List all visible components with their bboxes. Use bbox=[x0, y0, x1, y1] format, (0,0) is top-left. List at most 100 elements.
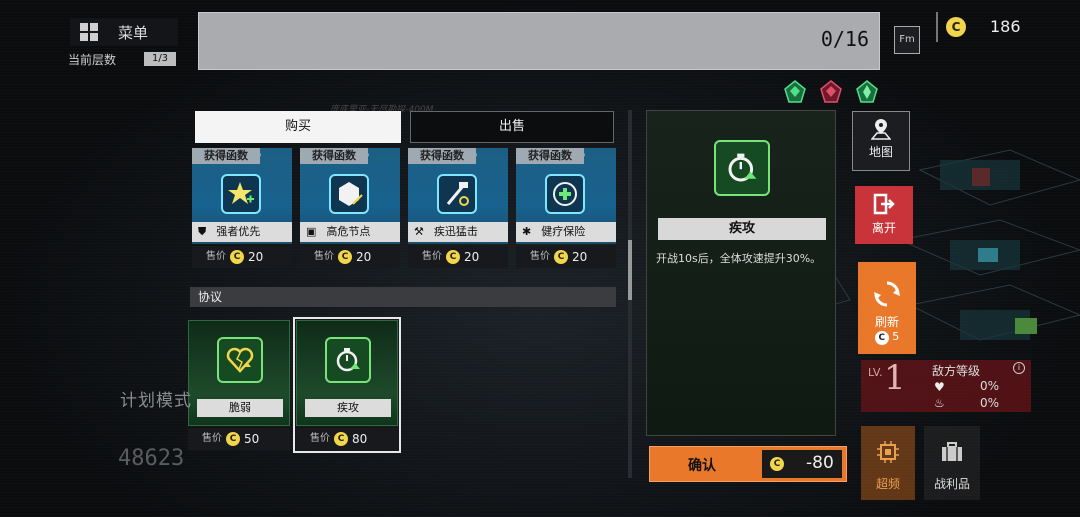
loot-label: 战利品 bbox=[933, 477, 970, 491]
card-name: 高危节点 bbox=[326, 225, 371, 238]
card-tag: 获得函数 bbox=[300, 148, 368, 164]
price-label: 售价 bbox=[310, 433, 330, 444]
green-emblem-icon bbox=[784, 80, 806, 103]
card-tag: 获得函数 bbox=[192, 148, 260, 164]
asterisk-small-icon: ✱ bbox=[522, 225, 532, 238]
stopwatch-boost-icon bbox=[714, 140, 770, 196]
price-value: 80 bbox=[352, 432, 368, 446]
card-price: 售价 C 20 bbox=[516, 246, 616, 268]
function-card-1[interactable]: ● ● ● ⛊强者优先 获得函数 售价C20 bbox=[192, 148, 292, 268]
function-card-4[interactable]: ● ● ● ✱健疗保险 获得函数 售价C20 bbox=[516, 148, 616, 268]
menu-label: 菜单 bbox=[118, 24, 149, 42]
coin-icon: C bbox=[874, 331, 889, 345]
star-plus-icon bbox=[221, 174, 261, 214]
card-name: 健疗保险 bbox=[541, 225, 586, 238]
capacity-count: 0/16 bbox=[820, 27, 869, 51]
price-value: 20 bbox=[356, 250, 372, 264]
card-namebar: ⛊ 强者优先 bbox=[192, 222, 292, 242]
card-art: 疾攻 bbox=[296, 320, 398, 426]
card-namebar: ▣ 高危节点 bbox=[300, 222, 400, 242]
tab-sell[interactable]: 出售 bbox=[410, 111, 614, 143]
confirm-cost: -80 bbox=[806, 453, 834, 473]
price-value: 20 bbox=[464, 250, 480, 264]
price-value: 20 bbox=[248, 250, 264, 264]
card-price: 售价 C 20 bbox=[300, 246, 400, 268]
hammer-small-icon: ⚒ bbox=[414, 225, 424, 238]
refresh-button[interactable]: 刷新 C 5 bbox=[858, 262, 916, 354]
broken-heart-icon bbox=[217, 337, 263, 383]
card-art: 脆弱 bbox=[188, 320, 290, 426]
coin-icon: C bbox=[770, 457, 784, 471]
scrollbar-thumb[interactable] bbox=[628, 240, 632, 300]
price-label: 售价 bbox=[202, 433, 222, 444]
level-number: 1 bbox=[884, 358, 906, 398]
capacity-bar: 0/16 bbox=[198, 12, 880, 70]
protocol-section-header: 协议 bbox=[190, 287, 616, 307]
card-name: 强者优先 bbox=[216, 225, 261, 238]
floor-label: 当前层数 bbox=[68, 53, 117, 67]
card-name: 脆弱 bbox=[197, 399, 283, 417]
fm-icon[interactable]: Fm bbox=[894, 26, 920, 54]
protocol-card-1[interactable]: 脆弱 售价 C 50 bbox=[188, 320, 290, 450]
card-name: 疾迅猛击 bbox=[433, 225, 478, 238]
price-label: 售价 bbox=[422, 251, 442, 262]
exit-icon bbox=[873, 193, 895, 215]
coin-icon: C bbox=[226, 432, 240, 446]
hexagon-node-icon bbox=[329, 174, 369, 214]
fire-icon: ♨ bbox=[934, 396, 945, 410]
red-emblem-icon bbox=[820, 80, 842, 103]
card-namebar: ⚒ 疾迅猛击 bbox=[408, 222, 508, 242]
card-price: 售价 C 50 bbox=[188, 428, 290, 450]
chip-icon bbox=[877, 441, 899, 463]
stopwatch-boost-icon bbox=[325, 337, 371, 383]
price-label: 售价 bbox=[314, 251, 334, 262]
coin-icon: C bbox=[334, 432, 348, 446]
leave-button[interactable]: 离开 bbox=[855, 186, 913, 244]
card-tag: 获得函数 bbox=[516, 148, 584, 164]
map-button[interactable]: 地图 bbox=[852, 111, 910, 171]
info-icon[interactable]: i bbox=[1013, 362, 1025, 374]
enemy-hp-percent: 0% bbox=[980, 379, 1000, 393]
floor-value: 1/3 bbox=[144, 52, 176, 66]
coin-icon: C bbox=[946, 17, 966, 37]
card-name: 疾攻 bbox=[305, 399, 391, 417]
tab-buy[interactable]: 购买 bbox=[195, 111, 401, 143]
plan-mode-text: 计划模式 bbox=[120, 391, 192, 411]
protocol-card-2-selected[interactable]: 疾攻 售价 C 80 bbox=[293, 317, 401, 453]
price-value: 20 bbox=[572, 250, 588, 264]
green-crystal-icon bbox=[856, 80, 878, 103]
refresh-cost: C 5 bbox=[858, 330, 916, 345]
coin-icon: C bbox=[230, 250, 244, 264]
coin-amount: 186 bbox=[990, 17, 1021, 36]
card-price: 售价 C 20 bbox=[408, 246, 508, 268]
price-label: 售价 bbox=[206, 251, 226, 262]
hammer-strike-icon bbox=[437, 174, 477, 214]
coin-icon: C bbox=[338, 250, 352, 264]
refresh-icon bbox=[874, 281, 900, 307]
overclock-label: 超频 bbox=[875, 477, 900, 491]
enemy-level-label: 敌方等级 bbox=[932, 364, 981, 378]
heart-icon: ♥ bbox=[934, 380, 945, 394]
level-prefix: LV. bbox=[868, 366, 883, 379]
coin-icon: C bbox=[446, 250, 460, 264]
briefcase-icon bbox=[942, 442, 962, 461]
detail-title: 疾攻 bbox=[658, 218, 826, 240]
enemy-atk-percent: 0% bbox=[980, 396, 1000, 410]
map-label: 地图 bbox=[868, 145, 893, 159]
chip-small-icon: ▣ bbox=[306, 225, 317, 238]
loot-button[interactable]: 战利品 bbox=[924, 426, 980, 500]
card-price: 售价 C 20 bbox=[192, 246, 292, 268]
function-card-3[interactable]: ● ● ● ⚒疾迅猛击 获得函数 售价C20 bbox=[408, 148, 508, 268]
confirm-label: 确认 bbox=[688, 458, 716, 474]
overclock-button[interactable]: 超频 bbox=[861, 426, 915, 500]
coin-icon: C bbox=[554, 250, 568, 264]
refresh-cost-value: 5 bbox=[892, 330, 900, 343]
map-pin-icon bbox=[870, 119, 892, 140]
detail-description: 开战10s后，全体攻速提升30%。 bbox=[656, 252, 822, 265]
leave-label: 离开 bbox=[871, 221, 896, 235]
card-price: 售价 C 80 bbox=[296, 428, 398, 450]
card-namebar: ✱ 健疗保险 bbox=[516, 222, 616, 242]
function-card-2[interactable]: ● ● ● ▣高危节点 获得函数 售价C20 bbox=[300, 148, 400, 268]
refresh-label: 刷新 bbox=[874, 315, 899, 329]
price-label: 售价 bbox=[530, 251, 550, 262]
